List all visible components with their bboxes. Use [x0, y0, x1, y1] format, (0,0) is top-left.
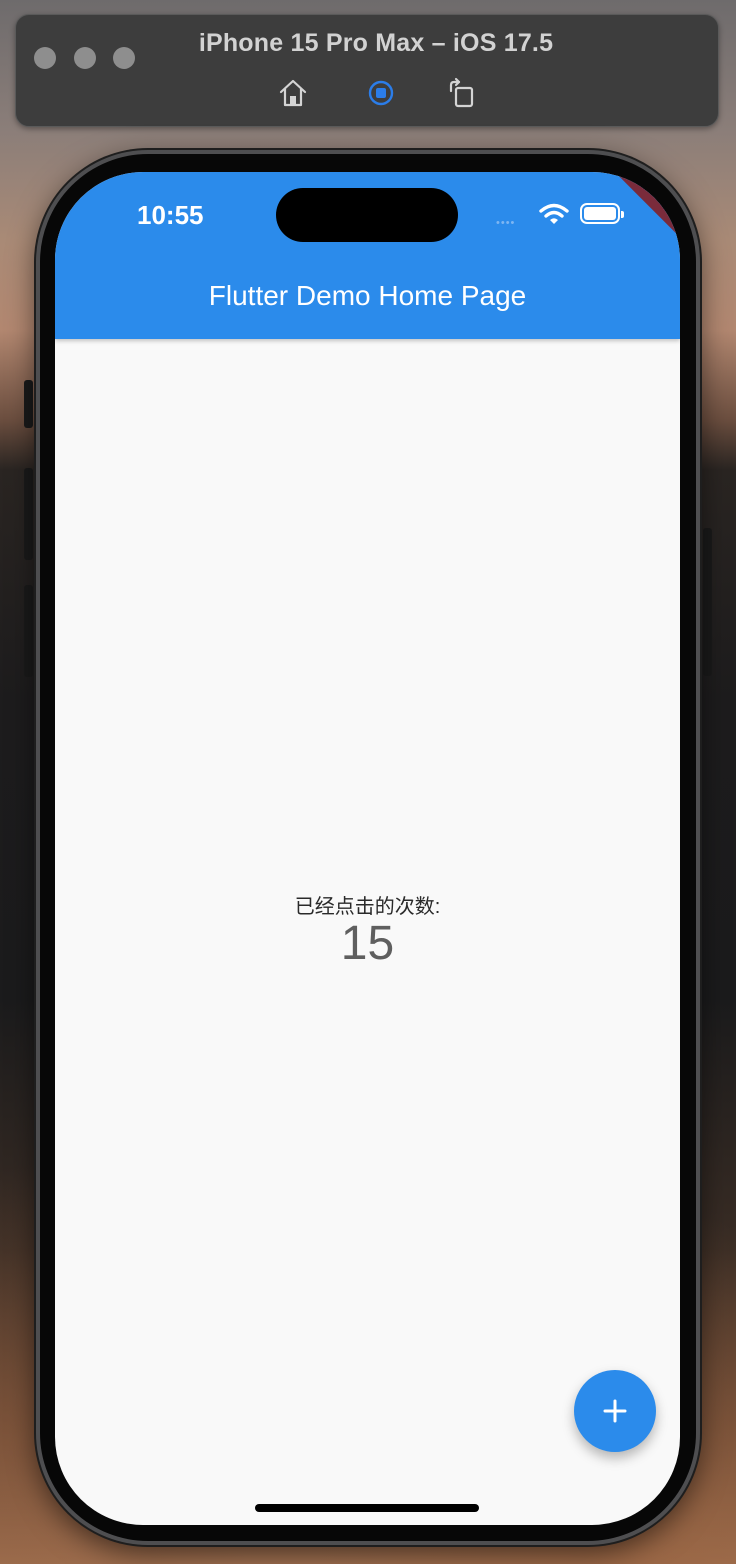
battery-icon [580, 203, 624, 224]
status-time: 10:55 [137, 200, 204, 230]
increment-fab-button[interactable] [574, 1370, 656, 1452]
app-bar: 10:55 •••• Flutter Demo Home Page [55, 172, 680, 339]
counter-value: 15 [340, 917, 395, 970]
device-screen: 10:55 •••• Flutter Demo Home Page DEBUG … [55, 172, 680, 1525]
wifi-icon [539, 203, 569, 224]
screenshot-icon[interactable] [365, 77, 397, 109]
power-button[interactable] [703, 528, 712, 676]
cellular-signal-icon: •••• [496, 217, 516, 229]
home-indicator[interactable] [255, 1504, 479, 1512]
plus-icon [603, 1399, 627, 1423]
simulator-toolbar: iPhone 15 Pro Max – iOS 17.5 [15, 14, 719, 127]
dynamic-island [276, 188, 458, 242]
action-button[interactable] [24, 380, 33, 428]
rotate-icon[interactable] [445, 77, 477, 109]
home-icon[interactable] [277, 77, 309, 109]
counter-label: 已经点击的次数: [294, 896, 441, 918]
volume-up-button[interactable] [24, 468, 33, 560]
app-bar-title: Flutter Demo Home Page [208, 280, 527, 311]
simulator-title: iPhone 15 Pro Max – iOS 17.5 [198, 29, 554, 57]
volume-down-button[interactable] [24, 585, 33, 677]
